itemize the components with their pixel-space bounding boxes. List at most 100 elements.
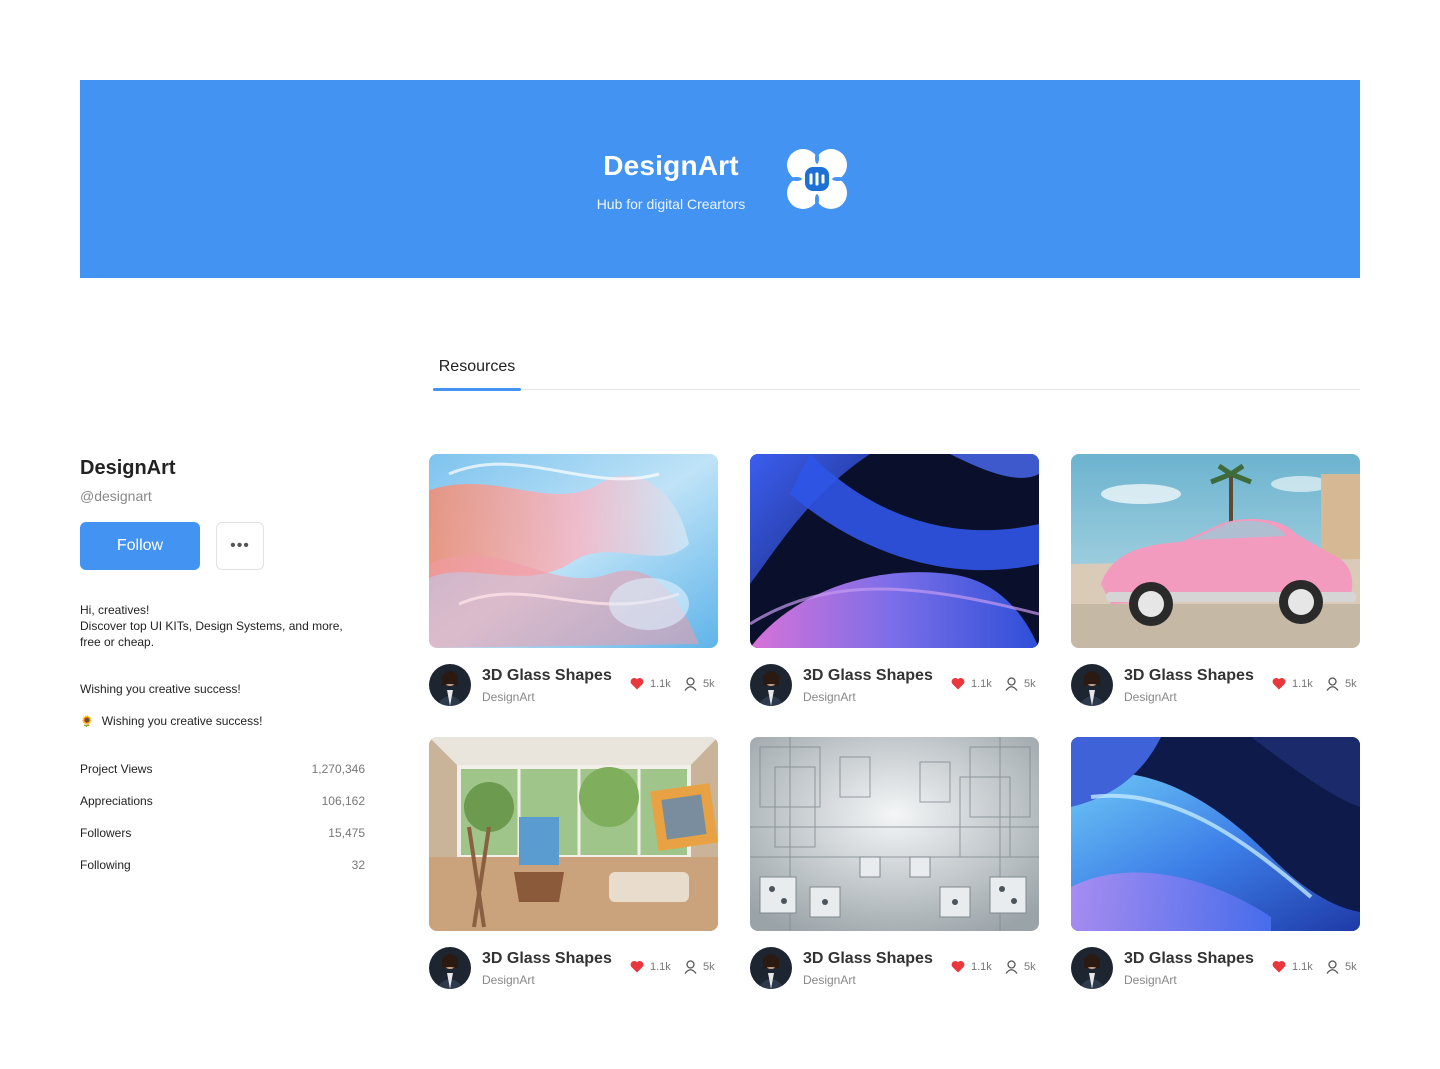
project-meta: 3D Glass Shapes DesignArt 1.1k 5k: [429, 664, 718, 706]
project-author[interactable]: DesignArt: [1124, 690, 1177, 704]
views-counter: 5k: [684, 960, 715, 974]
project-title[interactable]: 3D Glass Shapes: [803, 950, 933, 968]
active-tab-indicator: [433, 388, 521, 391]
banner-subtitle: Hub for digital Creartors: [596, 196, 746, 212]
user-icon: [1326, 677, 1339, 691]
project-thumbnail[interactable]: [1071, 454, 1360, 648]
views-counter: 5k: [684, 677, 715, 691]
stat-row: Followers 15,475: [80, 826, 365, 858]
project-meta: 3D Glass Shapes DesignArt 1.1k 5k: [750, 664, 1039, 706]
project-grid: 3D Glass Shapes DesignArt 1.1k 5k 3D Gla…: [429, 454, 1360, 989]
profile-handle: @designart: [80, 488, 152, 504]
stat-row: Following 32: [80, 858, 365, 890]
stat-label: Followers: [80, 826, 132, 840]
stat-row: Project Views 1,270,346: [80, 762, 365, 794]
project-thumbnail[interactable]: [429, 454, 718, 648]
views-count: 5k: [703, 678, 715, 690]
more-options-button[interactable]: •••: [216, 522, 264, 570]
project-author[interactable]: DesignArt: [482, 690, 535, 704]
banner-title: DesignArt: [603, 150, 739, 181]
project-author[interactable]: DesignArt: [803, 973, 856, 987]
views-counter: 5k: [1005, 677, 1036, 691]
stat-label: Appreciations: [80, 794, 153, 808]
project-author[interactable]: DesignArt: [482, 973, 535, 987]
likes-counter[interactable]: 1.1k: [630, 960, 671, 973]
project-card[interactable]: 3D Glass Shapes DesignArt 1.1k 5k: [1071, 737, 1360, 989]
follow-button[interactable]: Follow: [80, 522, 200, 570]
likes-count: 1.1k: [1292, 677, 1313, 690]
likes-count: 1.1k: [971, 677, 992, 690]
tab-bar: Resources: [433, 356, 1360, 391]
heart-icon: [630, 960, 644, 973]
project-card[interactable]: 3D Glass Shapes DesignArt 1.1k 5k: [429, 454, 718, 706]
author-avatar[interactable]: [429, 947, 471, 989]
likes-counter[interactable]: 1.1k: [630, 677, 671, 690]
heart-icon: [1272, 960, 1286, 973]
project-title[interactable]: 3D Glass Shapes: [1124, 950, 1254, 968]
bio-line: Hi, creatives!: [80, 603, 150, 617]
project-title[interactable]: 3D Glass Shapes: [482, 950, 612, 968]
project-thumbnail[interactable]: [1071, 737, 1360, 931]
profile-wish-with-icon: 🌻 Wishing you creative success!: [80, 714, 262, 728]
views-count: 5k: [1024, 961, 1036, 973]
stat-row: Appreciations 106,162: [80, 794, 365, 826]
likes-counter[interactable]: 1.1k: [951, 677, 992, 690]
project-thumbnail[interactable]: [429, 737, 718, 931]
likes-counter[interactable]: 1.1k: [1272, 960, 1313, 973]
project-title[interactable]: 3D Glass Shapes: [803, 667, 933, 685]
banner-text: DesignArt Hub for digital Creartors: [591, 148, 751, 212]
tab-resources[interactable]: Resources: [433, 356, 521, 390]
author-avatar[interactable]: [429, 664, 471, 706]
sunflower-icon: 🌻: [80, 715, 94, 728]
views-counter: 5k: [1326, 677, 1357, 691]
user-icon: [684, 677, 697, 691]
stat-value: 1,270,346: [311, 762, 365, 776]
views-count: 5k: [1345, 961, 1357, 973]
likes-count: 1.1k: [650, 677, 671, 690]
project-meta: 3D Glass Shapes DesignArt 1.1k 5k: [750, 947, 1039, 989]
project-card[interactable]: 3D Glass Shapes DesignArt 1.1k 5k: [750, 454, 1039, 706]
project-author[interactable]: DesignArt: [803, 690, 856, 704]
likes-count: 1.1k: [650, 960, 671, 973]
likes-counter[interactable]: 1.1k: [1272, 677, 1313, 690]
project-meta: 3D Glass Shapes DesignArt 1.1k 5k: [1071, 664, 1360, 706]
user-icon: [1005, 960, 1018, 974]
profile-wish-text: Wishing you creative success!: [101, 714, 263, 728]
project-card[interactable]: 3D Glass Shapes DesignArt 1.1k 5k: [1071, 454, 1360, 706]
views-counter: 5k: [1326, 960, 1357, 974]
bio-line: free or cheap.: [80, 635, 155, 649]
profile-wish: Wishing you creative success!: [80, 682, 241, 696]
project-thumbnail[interactable]: [750, 454, 1039, 648]
author-avatar[interactable]: [750, 664, 792, 706]
designart-logo-icon: [784, 146, 850, 212]
stat-value: 15,475: [328, 826, 365, 840]
user-icon: [1005, 677, 1018, 691]
views-count: 5k: [703, 961, 715, 973]
heart-icon: [951, 677, 965, 690]
project-card[interactable]: 3D Glass Shapes DesignArt 1.1k 5k: [429, 737, 718, 989]
stat-label: Project Views: [80, 762, 153, 776]
stat-label: Following: [80, 858, 131, 872]
likes-count: 1.1k: [971, 960, 992, 973]
heart-icon: [1272, 677, 1286, 690]
author-avatar[interactable]: [750, 947, 792, 989]
profile-stats: Project Views 1,270,346 Appreciations 10…: [80, 762, 365, 890]
views-count: 5k: [1024, 678, 1036, 690]
user-icon: [1326, 960, 1339, 974]
bio-line: Discover top UI KITs, Design Systems, an…: [80, 619, 343, 633]
views-count: 5k: [1345, 678, 1357, 690]
author-avatar[interactable]: [1071, 664, 1113, 706]
author-avatar[interactable]: [1071, 947, 1113, 989]
stat-value: 106,162: [321, 794, 365, 808]
views-counter: 5k: [1005, 960, 1036, 974]
profile-name: DesignArt: [80, 457, 176, 479]
project-author[interactable]: DesignArt: [1124, 973, 1177, 987]
project-title[interactable]: 3D Glass Shapes: [482, 667, 612, 685]
project-card[interactable]: 3D Glass Shapes DesignArt 1.1k 5k: [750, 737, 1039, 989]
project-title[interactable]: 3D Glass Shapes: [1124, 667, 1254, 685]
project-meta: 3D Glass Shapes DesignArt 1.1k 5k: [429, 947, 718, 989]
stat-value: 32: [351, 858, 365, 872]
user-icon: [684, 960, 697, 974]
project-thumbnail[interactable]: [750, 737, 1039, 931]
likes-counter[interactable]: 1.1k: [951, 960, 992, 973]
